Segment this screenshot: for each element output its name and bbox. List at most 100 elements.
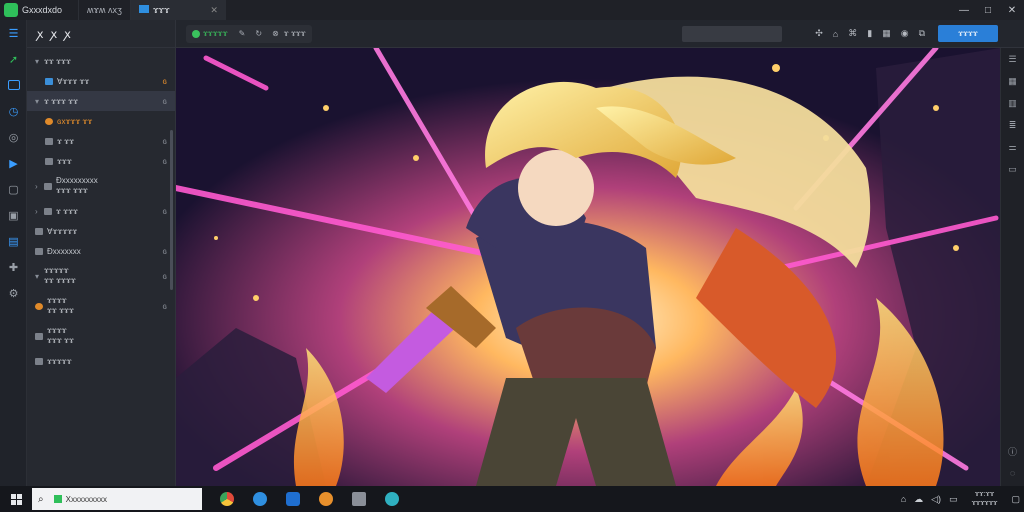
tree-row[interactable]: ɤɤɤɤ ɤɤɤ ɤɤ <box>27 321 175 351</box>
status-badge: ɢ <box>162 206 167 216</box>
info-icon[interactable]: ◉ <box>901 28 909 39</box>
system-tray: ⌂ ☁ ◁) ▭ ɤɤ:ɤɤ ɤɤɤɤɤɤ ▢ <box>897 490 1024 508</box>
settings-icon[interactable]: ◎ <box>0 124 27 150</box>
play-icon[interactable]: ▶ <box>0 150 27 176</box>
bookmark-icon[interactable]: ▮ <box>867 28 872 39</box>
share-icon[interactable]: ➚ <box>0 46 27 72</box>
tree-row[interactable]: › Ɖxxxxxxxxx ɤɤɤ ɤɤɤ <box>27 171 175 201</box>
file-icon <box>35 247 43 255</box>
windows-icon <box>10 493 22 505</box>
status-badge: ɢ <box>162 136 167 146</box>
start-button[interactable] <box>0 493 32 505</box>
gift-icon[interactable]: ▤ <box>0 228 27 254</box>
run-label[interactable]: ɤɤɤɤɤ <box>203 29 228 38</box>
tree-row-selected[interactable]: ▾ ɤ ɤɤɤ ɤɤ ɢ <box>27 91 175 111</box>
cloud-icon[interactable]: ☁ <box>914 494 923 505</box>
tree-row[interactable]: Ɐɤɤɤ ɤɤ ɢ <box>27 71 175 91</box>
grid-icon[interactable]: ▦ <box>882 28 891 39</box>
puzzle-icon[interactable]: ✚ <box>0 254 27 280</box>
anime-knight-illustration <box>176 48 1000 486</box>
image-tab-icon <box>138 5 149 13</box>
export-button[interactable]: ɤɤɤɤ <box>938 25 998 42</box>
tree-row-label: ɤɤɤɤɤ <box>47 356 72 366</box>
export-button-label: ɤɤɤɤ <box>958 29 978 38</box>
history-icon[interactable]: ◷ <box>0 98 27 124</box>
files-icon[interactable] <box>342 486 375 512</box>
square-icon[interactable]: ▢ <box>0 176 27 202</box>
tree-row[interactable]: ▾ ɤɤɤɤɤ ɤɤ ɤɤɤɤ ɢ <box>27 261 175 291</box>
calendar-icon[interactable]: ▦ <box>1001 70 1024 92</box>
clock[interactable]: ɤɤ:ɤɤ ɤɤɤɤɤɤ <box>968 490 1002 508</box>
status-badge: ɢ <box>162 246 167 256</box>
tree-row[interactable]: ɤ ɤɤ ɢ <box>27 131 175 151</box>
layers-icon[interactable]: ☰ <box>1001 48 1024 70</box>
close-tab-icon[interactable]: ✕ <box>210 5 218 16</box>
tab-two[interactable]: ɤɤɤ ✕ <box>129 0 226 20</box>
minimize-button[interactable]: — <box>952 5 976 16</box>
refresh-icon[interactable]: ↻ <box>255 29 262 38</box>
status-badge: ɢ <box>162 301 167 311</box>
tree-row[interactable]: › ɤ ɤɤɤ ɢ <box>27 201 175 221</box>
tree-row-label: ɤɤɤ <box>57 156 72 166</box>
list-icon[interactable]: ☰ <box>0 20 27 46</box>
tree-row-label: ɤ ɤɤɤ ɤɤ <box>44 96 79 106</box>
link-icon[interactable]: ⊗ <box>272 29 279 38</box>
pin-icon[interactable]: ✣ <box>815 28 823 39</box>
crop-icon[interactable]: ▭ <box>1001 158 1024 180</box>
app-icon <box>53 495 62 503</box>
browser-icon[interactable] <box>309 486 342 512</box>
grid-icon[interactable]: ▥ <box>1001 92 1024 114</box>
status-badge: ɢ <box>162 96 167 106</box>
tree-row-sublabel: ɤɤ ɤɤɤ <box>47 306 74 315</box>
list-icon[interactable]: ≣ <box>1001 114 1024 136</box>
window-controls: — □ ✕ <box>952 5 1024 16</box>
file-icon <box>35 357 43 365</box>
run-group: ɤɤɤɤɤ ✎ ↻ ⊗ ɤ ɤɤɤ <box>186 24 312 43</box>
folder-icon <box>45 77 53 85</box>
wand-icon[interactable]: ✎ <box>239 29 246 38</box>
info-icon[interactable]: ⓘ <box>1001 440 1024 462</box>
dot-icon <box>45 117 53 125</box>
tree-row[interactable]: ɤɤɤ ɢ <box>27 151 175 171</box>
tab-one[interactable]: ʍɤʍ ʌxʒ <box>78 0 130 20</box>
box-icon[interactable]: ▣ <box>0 202 27 228</box>
status-badge: ɢ <box>162 156 167 166</box>
battery-icon[interactable]: ▭ <box>949 494 958 505</box>
close-button[interactable]: ✕ <box>1000 5 1024 16</box>
file-icon <box>35 332 43 340</box>
taskbar-search[interactable]: ⌕ Xxxxxxxxxx <box>32 488 202 510</box>
crop-icon[interactable]: ⌂ <box>833 29 838 39</box>
globe-icon[interactable] <box>375 486 408 512</box>
tree-row[interactable]: ɤɤɤɤɤ <box>27 351 175 371</box>
copy-icon[interactable]: ⧉ <box>919 28 925 39</box>
image-icon[interactable] <box>0 72 27 98</box>
pencil-icon <box>35 302 43 310</box>
sliders-icon[interactable]: ⚌ <box>1001 136 1024 158</box>
tree-row[interactable]: Ɐɤɤɤɤɤ <box>27 221 175 241</box>
help-icon[interactable]: ◌ <box>1001 462 1024 484</box>
file-icon <box>35 227 43 235</box>
tree-row[interactable]: ▾ ɤɤ ɤɤɤ <box>27 51 175 71</box>
store-icon[interactable] <box>276 486 309 512</box>
chrome-icon[interactable] <box>210 486 243 512</box>
left-rail: ☰ ➚ ◷ ◎ ▶ ▢ ▣ ▤ ✚ ⚙ <box>0 20 27 486</box>
tree-row[interactable]: ɤɤɤɤ ɤɤ ɤɤɤ ɢ <box>27 291 175 321</box>
tree-row-label: Ɖxxxxxxxxx <box>56 176 98 185</box>
file-icon <box>45 157 53 165</box>
adjust-icon[interactable]: ⌘ <box>848 28 857 39</box>
network-icon[interactable]: ⌂ <box>901 494 906 504</box>
tree-row[interactable]: ɢxɤɤɤ ɤɤ <box>27 111 175 131</box>
tree-row-label: ɢxɤɤɤ ɤɤ <box>57 116 93 126</box>
tree-row-sublabel: ɤɤɤ ɤɤ <box>47 336 74 345</box>
notifications-icon[interactable]: ▢ <box>1011 494 1020 505</box>
mode-select[interactable]: ɤ ɤɤɤ <box>284 29 306 38</box>
edge-icon[interactable] <box>243 486 276 512</box>
image-canvas[interactable] <box>176 48 1000 486</box>
scrollbar[interactable] <box>170 130 173 290</box>
toolbar-search-field[interactable] <box>682 25 783 42</box>
volume-icon[interactable]: ◁) <box>931 494 941 505</box>
gear-icon[interactable]: ⚙ <box>0 280 27 306</box>
tree-row[interactable]: Ɖxxxxxxx ɢ <box>27 241 175 261</box>
maximize-button[interactable]: □ <box>976 5 1000 16</box>
tree-row-label: Ɖxxxxxxx <box>47 246 81 256</box>
